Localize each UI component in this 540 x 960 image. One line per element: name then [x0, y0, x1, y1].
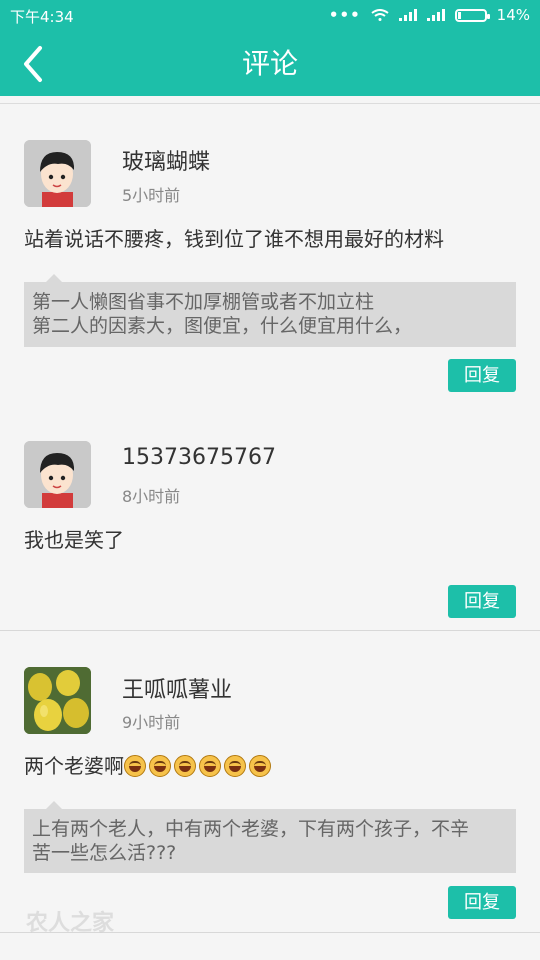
wifi-icon — [371, 9, 389, 21]
comment-author: 王呱呱薯业 — [122, 678, 233, 703]
reply-button[interactable]: 回复 — [448, 585, 516, 618]
comment-author: 15373675767 — [122, 445, 276, 470]
user-avatar-icon — [24, 441, 91, 508]
quoted-reply: 上有两个老人，中有两个老婆，下有两个孩子，不辛 苦一些怎么活??? — [24, 801, 516, 873]
quoted-reply: 第一人懒图省事不加厚棚管或者不加立柱 第二人的因素大，图便宜，什么便宜用什么， — [24, 274, 516, 347]
laughing-emoji-icon — [199, 755, 221, 777]
reply-button[interactable]: 回复 — [448, 359, 516, 392]
quote-line: 上有两个老人，中有两个老婆，下有两个孩子，不辛 — [32, 818, 470, 840]
comment-author: 玻璃蝴蝶 — [122, 150, 211, 175]
quote-line: 第一人懒图省事不加厚棚管或者不加立柱 — [32, 291, 375, 313]
signal-2-icon — [426, 9, 445, 21]
status-time: 下午4:34 — [10, 8, 74, 26]
comment-time: 5小时前 — [122, 186, 181, 205]
watermark: 农人之家 — [26, 911, 115, 936]
reply-button[interactable]: 回复 — [448, 886, 516, 919]
battery-percent: 14% — [496, 6, 530, 24]
status-bar: 下午4:34 ••• 14% — [0, 0, 540, 30]
signal-1-icon — [398, 9, 417, 21]
comment-text: 站着说话不腰疼，钱到位了谁不想用最好的材料 — [24, 227, 444, 251]
comment-text: 我也是笑了 — [24, 528, 124, 552]
notification-dots-icon: ••• — [328, 6, 361, 24]
header-bar: 下午4:34 ••• 14% 评论 — [0, 0, 540, 96]
laughing-emoji-icon — [124, 755, 146, 777]
comment-text-content: 两个老婆啊 — [24, 754, 124, 778]
quote-line: 第二人的因素大，图便宜，什么便宜用什么， — [32, 315, 413, 337]
avatar[interactable] — [24, 140, 91, 207]
comment-time: 8小时前 — [122, 487, 181, 506]
battery-icon — [454, 8, 490, 22]
header-divider — [0, 103, 540, 104]
comment-time: 9小时前 — [122, 713, 181, 732]
pears-avatar-icon — [24, 667, 91, 734]
laughing-emoji-icon — [149, 755, 171, 777]
comment-divider — [0, 630, 540, 631]
avatar[interactable] — [24, 441, 91, 508]
user-avatar-icon — [24, 140, 91, 207]
page-title: 评论 — [241, 47, 298, 80]
avatar[interactable] — [24, 667, 91, 734]
laughing-emoji-icon — [249, 755, 271, 777]
comment-text: 两个老婆啊 — [24, 750, 274, 779]
laughing-emoji-icon — [224, 755, 246, 777]
status-icons: ••• 14% — [329, 6, 530, 24]
laughing-emoji-icon — [174, 755, 196, 777]
quote-line: 苦一些怎么活??? — [32, 842, 177, 864]
